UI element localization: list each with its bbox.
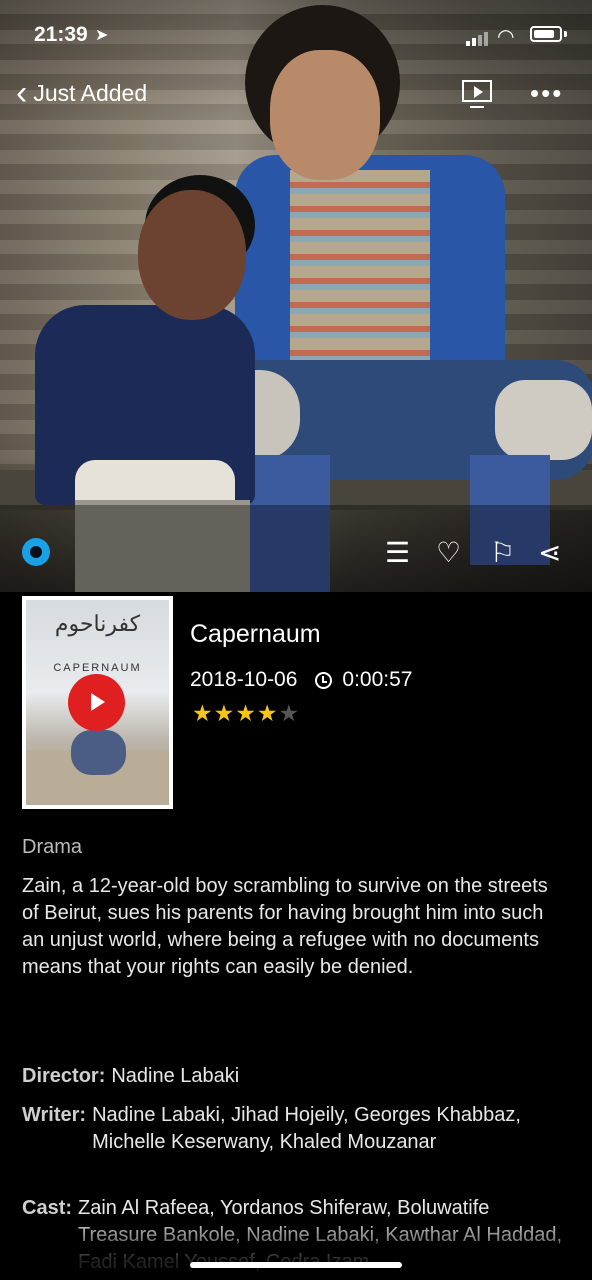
clock-icon bbox=[315, 671, 333, 689]
writer-value[interactable]: Nadine Labaki, Jihad Hojeily, Georges Kh… bbox=[92, 1102, 570, 1156]
director-value[interactable]: Nadine Labaki bbox=[111, 1063, 239, 1090]
star-filled-icon: ★ bbox=[213, 700, 236, 726]
battery-icon bbox=[530, 26, 562, 42]
back-button[interactable]: ‹ Just Added bbox=[16, 74, 148, 112]
star-filled-icon: ★ bbox=[235, 700, 257, 726]
movie-meta: 2018-10-06 0:00:57 bbox=[190, 668, 413, 692]
star-empty-icon: ★ bbox=[278, 700, 301, 726]
bookmark-icon[interactable]: ⚐ bbox=[490, 536, 515, 569]
play-button[interactable] bbox=[68, 674, 125, 731]
wifi-icon: ◠ bbox=[497, 26, 515, 48]
home-indicator[interactable] bbox=[190, 1262, 402, 1268]
movie-poster[interactable]: كفرناحوم CAPERNAUM bbox=[22, 596, 173, 809]
writer-label: Writer: bbox=[22, 1104, 87, 1126]
chevron-left-icon: ‹ bbox=[16, 74, 28, 112]
director-row: Director: Nadine Labaki bbox=[22, 1063, 570, 1090]
location-arrow-icon: ➤ bbox=[95, 27, 109, 44]
airplay-icon-base bbox=[470, 106, 484, 108]
release-date: 2018-10-06 bbox=[190, 668, 298, 691]
poster-arabic-title: كفرناحوم bbox=[54, 612, 141, 637]
rating-stars: ★★★★★ bbox=[192, 700, 300, 727]
list-icon[interactable]: ☰ bbox=[385, 536, 410, 569]
poster-caption: CAPERNAUM bbox=[53, 662, 142, 674]
airplay-icon[interactable] bbox=[462, 80, 492, 102]
star-filled-icon: ★ bbox=[192, 700, 214, 726]
cellular-signal-icon bbox=[466, 28, 490, 46]
status-bar: 21:39 ➤ ◠ bbox=[0, 0, 592, 70]
more-dots-icon[interactable]: ••• bbox=[530, 78, 563, 109]
back-label: Just Added bbox=[33, 79, 148, 106]
movie-title: Capernaum bbox=[190, 620, 321, 648]
writer-row: Writer: Nadine Labaki, Jihad Hojeily, Ge… bbox=[22, 1102, 570, 1156]
bottom-fade bbox=[0, 1215, 592, 1280]
share-icon[interactable]: ⋖ bbox=[538, 536, 561, 569]
watched-status-indicator[interactable] bbox=[22, 538, 50, 566]
star-filled-icon: ★ bbox=[256, 700, 279, 726]
genre-label: Drama bbox=[22, 836, 83, 858]
movie-summary: Zain, a 12-year-old boy scrambling to su… bbox=[22, 875, 548, 978]
director-label: Director: bbox=[22, 1065, 106, 1087]
duration: 0:00:57 bbox=[342, 668, 413, 691]
status-time: 21:39 bbox=[34, 23, 88, 46]
heart-icon[interactable]: ♡ bbox=[436, 536, 461, 569]
